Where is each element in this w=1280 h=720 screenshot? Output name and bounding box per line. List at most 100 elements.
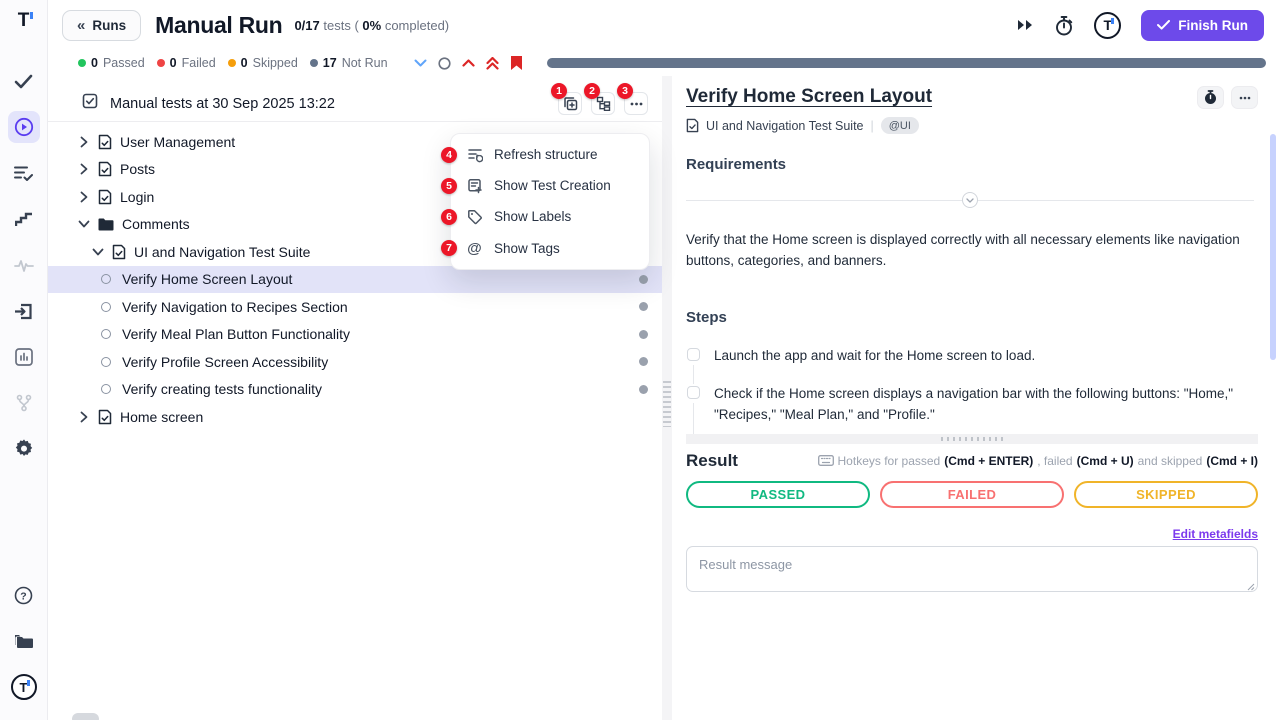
test-notrun-dot-icon[interactable] [639, 330, 648, 339]
menu-item-refresh-structure[interactable]: 4 Refresh structure [451, 139, 649, 170]
expand-statuses-button[interactable] [414, 59, 427, 68]
annotation-badge-4: 4 [441, 147, 457, 163]
chevron-right-icon[interactable] [78, 191, 90, 203]
timer-button[interactable] [1054, 15, 1074, 36]
test-status-circle-icon [101, 329, 111, 339]
circle-icon [438, 57, 451, 70]
user-avatar[interactable]: T [8, 671, 40, 703]
back-to-runs-button[interactable]: « Runs [62, 10, 141, 41]
failed-dot-icon [157, 59, 165, 67]
panel-resize-handle[interactable] [662, 76, 672, 720]
step-checkbox[interactable] [687, 386, 700, 399]
folder-icon [14, 633, 34, 649]
chevron-down-icon[interactable] [92, 248, 104, 256]
tree-more-button[interactable]: 3 [624, 92, 648, 115]
bookmark-icon [510, 55, 523, 71]
test-notrun-dot-icon[interactable] [639, 302, 648, 311]
chevron-right-icon[interactable] [78, 163, 90, 175]
skipped-legend: 0Skipped [228, 56, 298, 70]
app-logo[interactable]: T [18, 10, 30, 32]
tree-options-menu: 4 Refresh structure 5 Show Test Creation… [450, 133, 650, 270]
chevron-right-icon[interactable] [78, 411, 90, 423]
requirements-heading: Requirements [686, 156, 1254, 173]
step-row: Check if the Home screen displays a navi… [686, 384, 1254, 434]
tree-test-verify-navigation-recipes[interactable]: Verify Navigation to Recipes Section [48, 293, 662, 321]
annotation-badge-1: 1 [551, 83, 567, 99]
annotation-badge-3: 3 [617, 83, 633, 99]
hotkeys-hint: Hotkeys for passed (Cmd + ENTER) , faile… [818, 454, 1258, 468]
step-text: Launch the app and wait for the Home scr… [714, 346, 1035, 384]
annotation-badge-7: 7 [441, 240, 457, 256]
fast-forward-button[interactable] [1017, 19, 1034, 31]
resize-corner-icon[interactable] [1247, 583, 1255, 591]
help-button[interactable]: ? [8, 579, 40, 611]
notrun-dot-icon [310, 59, 318, 67]
stopwatch-icon [1054, 15, 1074, 36]
chevron-down-icon [966, 198, 974, 203]
workspace-logo[interactable]: T [1094, 12, 1121, 39]
sidebar-item-runs[interactable] [8, 111, 40, 143]
sidebar-item-tests[interactable] [8, 65, 40, 97]
collapse-section-button[interactable] [962, 192, 978, 208]
menu-item-show-labels[interactable]: 6 Show Labels [451, 201, 649, 232]
step-checkbox[interactable] [687, 348, 700, 361]
jump-top-failed-button[interactable] [486, 57, 499, 70]
passed-legend: 0Passed [78, 56, 145, 70]
test-notrun-dot-icon[interactable] [639, 275, 648, 284]
test-suite-breadcrumb[interactable]: UI and Navigation Test Suite [706, 119, 864, 133]
meta-separator: | [871, 119, 874, 133]
status-circle-button[interactable] [438, 57, 451, 70]
refresh-list-icon [466, 147, 483, 163]
step-connector [693, 403, 694, 434]
finish-run-button[interactable]: Finish Run [1141, 10, 1264, 41]
result-resize-handle[interactable] [686, 434, 1258, 444]
bottom-hint-pill[interactable] [72, 713, 99, 720]
sidebar-item-steps[interactable] [8, 203, 40, 235]
result-message-input[interactable] [686, 546, 1258, 592]
tree-test-verify-profile[interactable]: Verify Profile Screen Accessibility [48, 348, 662, 376]
test-timer-button[interactable] [1197, 86, 1224, 109]
failed-legend: 0Failed [157, 56, 216, 70]
steps-list: Launch the app and wait for the Home scr… [686, 346, 1254, 434]
bookmark-failed-button[interactable] [510, 55, 523, 71]
tests-count: 0/17 [294, 18, 319, 33]
passed-button[interactable]: PASSED [686, 481, 870, 508]
at-icon: @ [466, 240, 483, 257]
list-check-icon [14, 165, 33, 181]
jump-prev-failed-button[interactable] [462, 59, 475, 67]
test-notrun-dot-icon[interactable] [639, 385, 648, 394]
menu-item-show-test-creation[interactable]: 5 Show Test Creation [451, 170, 649, 201]
help-circle-icon: ? [14, 586, 33, 605]
test-title[interactable]: Verify Home Screen Layout [686, 86, 932, 108]
chevron-down-icon[interactable] [78, 220, 90, 228]
edit-metafields-link[interactable]: Edit metafields [1173, 527, 1258, 541]
vertical-scrollbar[interactable] [1270, 134, 1276, 360]
failed-button[interactable]: FAILED [880, 481, 1064, 508]
avatar-logo-icon: T [11, 674, 37, 700]
chevron-right-icon[interactable] [78, 136, 90, 148]
sidebar-item-plans[interactable] [8, 157, 40, 189]
app-window: T [0, 0, 1280, 720]
test-notrun-dot-icon[interactable] [639, 357, 648, 366]
docs-button[interactable] [8, 625, 40, 657]
tree-item-label: Verify creating tests functionality [122, 381, 322, 397]
ellipsis-icon [630, 102, 643, 106]
tree-suite-home-screen[interactable]: Home screen [48, 403, 662, 431]
sidebar-item-branches[interactable] [8, 387, 40, 419]
sidebar-item-import[interactable] [8, 295, 40, 327]
tree-structure-button[interactable]: 2 [591, 92, 615, 115]
page-title: Manual Run [155, 12, 282, 39]
tree-item-label: Verify Navigation to Recipes Section [122, 299, 348, 315]
menu-item-show-tags[interactable]: 7 @ Show Tags [451, 232, 649, 264]
sidebar-item-analytics[interactable] [8, 341, 40, 373]
skipped-button[interactable]: SKIPPED [1074, 481, 1258, 508]
duplicate-tests-button[interactable]: 1 [558, 92, 582, 115]
back-to-runs-label: Runs [92, 18, 126, 33]
sidebar-item-settings[interactable] [8, 433, 40, 465]
sidebar-item-pulse[interactable] [8, 249, 40, 281]
tree-test-verify-meal-plan[interactable]: Verify Meal Plan Button Functionality [48, 321, 662, 349]
test-more-button[interactable] [1231, 86, 1258, 109]
tree-item-label: UI and Navigation Test Suite [134, 244, 310, 260]
tree-test-verify-creating-tests[interactable]: Verify creating tests functionality [48, 376, 662, 404]
test-tag-badge[interactable]: @UI [881, 117, 919, 134]
